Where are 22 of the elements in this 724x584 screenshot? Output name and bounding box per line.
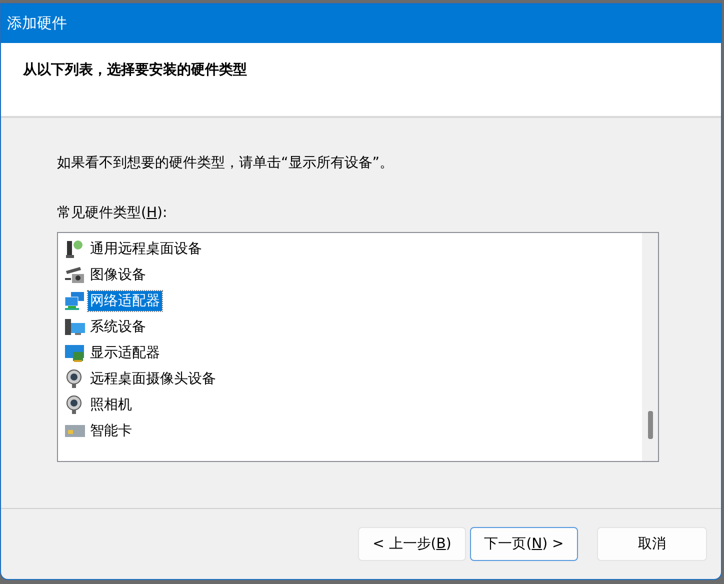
list-item[interactable]: 网络适配器 (88, 291, 162, 311)
dialog-button[interactable]: < 上一步(B) (358, 527, 466, 561)
list-item[interactable]: 图像设备 (88, 265, 148, 285)
dialog-button[interactable]: 下一页(N) > (470, 527, 578, 561)
dialog-button[interactable]: 取消 (597, 527, 707, 561)
list-label: 常见硬件类型(H): (57, 204, 168, 222)
scrollbar-thumb[interactable] (648, 411, 652, 439)
scrollbar-track[interactable] (642, 233, 658, 461)
list-item[interactable]: 通用远程桌面设备 (88, 239, 204, 259)
list-item[interactable]: 智能卡 (88, 421, 134, 441)
list-item[interactable]: 显示适配器 (88, 343, 162, 363)
list-item[interactable]: 系统设备 (88, 317, 148, 337)
display-icon (64, 343, 86, 363)
scanner-icon (64, 265, 86, 285)
page-heading: 从以下列表，选择要安装的硬件类型 (23, 62, 247, 78)
hardware-type-list[interactable]: 通用远程桌面设备 图像设备 网络适配器 系统设备 显示适配器 远程桌面摄像头设备 照相机 智能卡 (57, 232, 659, 462)
hint-text: 如果看不到想要的硬件类型，请单击“显示所有设备”。 (57, 154, 395, 172)
window-title: 添加硬件 (1, 4, 721, 43)
list-item[interactable]: 远程桌面摄像头设备 (88, 369, 218, 389)
computer-icon (64, 317, 86, 337)
network-icon (64, 291, 86, 311)
list-item[interactable]: 照相机 (88, 395, 134, 415)
